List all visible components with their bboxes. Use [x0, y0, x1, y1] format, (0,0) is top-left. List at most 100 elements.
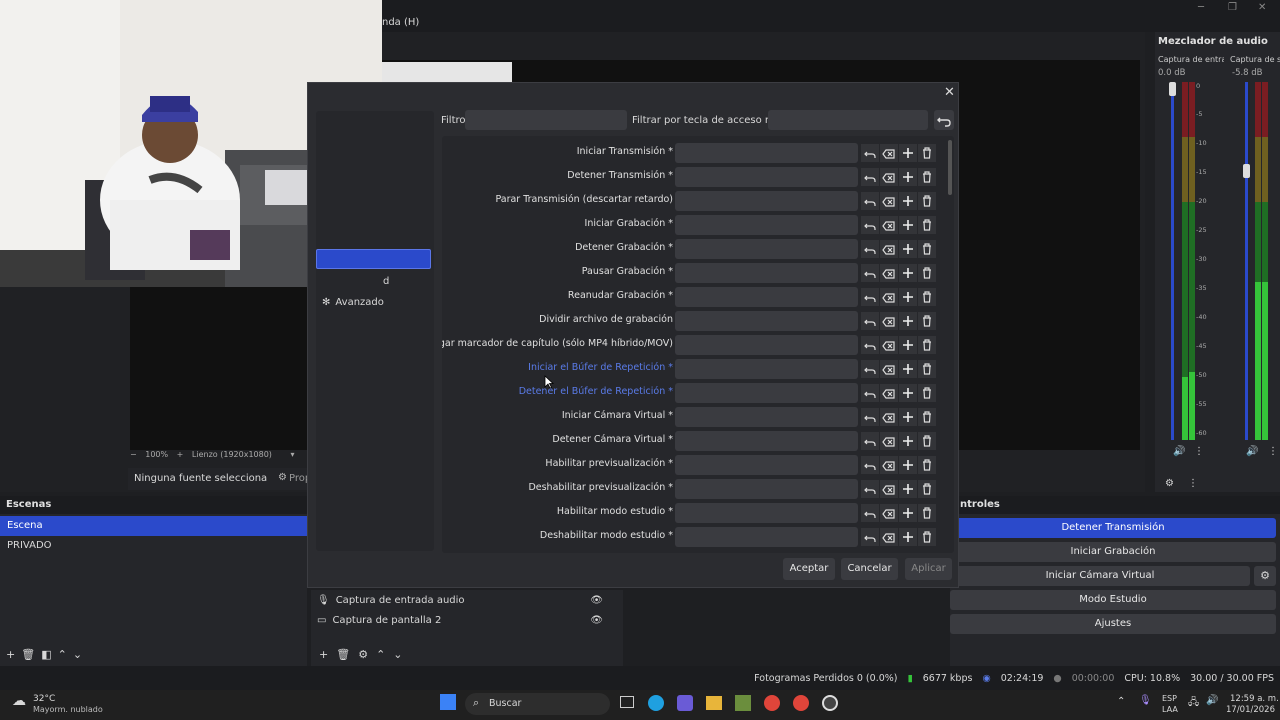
- add-icon[interactable]: [899, 312, 917, 330]
- add-icon[interactable]: [899, 408, 917, 426]
- hotkey-list-scrollbar[interactable]: [948, 140, 952, 195]
- studio-mode-button[interactable]: Modo Estudio: [950, 590, 1276, 610]
- chrome-icon[interactable]: [793, 695, 809, 711]
- revert-icon[interactable]: [861, 336, 879, 354]
- trash-icon[interactable]: 🗑: [336, 648, 350, 664]
- add-icon[interactable]: [899, 360, 917, 378]
- revert-icon[interactable]: [861, 384, 879, 402]
- scene-item[interactable]: PRIVADO: [0, 536, 307, 556]
- maximize-icon[interactable]: ❐: [1228, 2, 1237, 13]
- add-icon[interactable]: [899, 384, 917, 402]
- revert-icon[interactable]: [861, 168, 879, 186]
- hotkey-input[interactable]: [675, 311, 858, 331]
- add-icon[interactable]: [899, 288, 917, 306]
- hotkey-input[interactable]: [675, 431, 858, 451]
- clear-icon[interactable]: [880, 240, 898, 258]
- apply-button[interactable]: Aplicar: [905, 558, 952, 580]
- minecraft-icon[interactable]: [735, 695, 751, 711]
- hotkey-input[interactable]: [675, 455, 858, 475]
- speaker-icon[interactable]: 🔊: [1246, 446, 1258, 457]
- windows-start-icon[interactable]: [440, 694, 456, 710]
- trash-icon[interactable]: [918, 456, 936, 474]
- trash-icon[interactable]: [918, 168, 936, 186]
- revert-icon[interactable]: [861, 432, 879, 450]
- obs-icon[interactable]: [822, 695, 838, 711]
- add-icon[interactable]: [899, 432, 917, 450]
- chrome-icon[interactable]: [764, 695, 780, 711]
- trash-icon[interactable]: 🗑: [21, 648, 35, 664]
- task-view-icon[interactable]: [620, 696, 634, 708]
- hotkey-input[interactable]: [675, 143, 858, 163]
- clear-icon[interactable]: [880, 336, 898, 354]
- stop-stream-button[interactable]: Detener Transmisión: [950, 518, 1276, 538]
- clear-icon[interactable]: [880, 432, 898, 450]
- trash-icon[interactable]: [918, 336, 936, 354]
- move-down-icon[interactable]: ⌄: [73, 648, 82, 664]
- hotkey-input[interactable]: [675, 479, 858, 499]
- add-icon[interactable]: [899, 456, 917, 474]
- mixer-settings-icon[interactable]: ⚙: [1165, 478, 1174, 489]
- add-icon[interactable]: [899, 216, 917, 234]
- clear-icon[interactable]: [880, 528, 898, 546]
- revert-icon[interactable]: [861, 144, 879, 162]
- zoom-in-icon[interactable]: +: [177, 450, 184, 459]
- clear-icon[interactable]: [880, 192, 898, 210]
- add-icon[interactable]: [899, 168, 917, 186]
- settings-button[interactable]: Ajustes: [950, 614, 1276, 634]
- sidebar-item-advanced[interactable]: ✻ Avanzado: [322, 297, 384, 308]
- hotkey-input[interactable]: [675, 263, 858, 283]
- add-icon[interactable]: [899, 264, 917, 282]
- eye-icon[interactable]: 👁: [590, 615, 603, 626]
- revert-icon[interactable]: [861, 504, 879, 522]
- hotkey-input[interactable]: [675, 527, 858, 547]
- more-menu-icon[interactable]: ⋮: [1188, 478, 1198, 489]
- hotkey-input[interactable]: [675, 287, 858, 307]
- trash-icon[interactable]: [918, 240, 936, 258]
- copilot-icon[interactable]: [677, 695, 693, 711]
- hotkey-input[interactable]: [675, 335, 858, 355]
- hotkey-input[interactable]: [675, 503, 858, 523]
- trash-icon[interactable]: [918, 504, 936, 522]
- scene-item[interactable]: Escena: [0, 516, 307, 536]
- add-icon[interactable]: [899, 192, 917, 210]
- clear-icon[interactable]: [880, 168, 898, 186]
- start-recording-button[interactable]: Iniciar Grabación: [950, 542, 1276, 562]
- network-icon[interactable]: 🖧: [1188, 695, 1199, 712]
- trash-icon[interactable]: [918, 312, 936, 330]
- gear-icon[interactable]: ⚙: [1254, 566, 1276, 586]
- revert-icon[interactable]: [861, 528, 879, 546]
- clear-icon[interactable]: [880, 360, 898, 378]
- speaker-icon[interactable]: 🔊: [1173, 446, 1185, 457]
- revert-icon[interactable]: [861, 312, 879, 330]
- filter-key-input[interactable]: [768, 110, 928, 130]
- cancel-button[interactable]: Cancelar: [841, 558, 898, 580]
- volume-icon[interactable]: 🔊: [1206, 695, 1218, 706]
- trash-icon[interactable]: [918, 432, 936, 450]
- hotkey-input[interactable]: [675, 359, 858, 379]
- hotkey-input[interactable]: [675, 239, 858, 259]
- language-layout[interactable]: LAA: [1162, 705, 1178, 714]
- eye-icon[interactable]: 👁: [590, 595, 603, 606]
- source-row[interactable]: 🎙 Captura de entrada audio 👁: [311, 590, 623, 610]
- weather-icon[interactable]: ☁: [12, 693, 26, 709]
- trash-icon[interactable]: [918, 264, 936, 282]
- revert-icon[interactable]: [861, 360, 879, 378]
- clear-icon[interactable]: [880, 456, 898, 474]
- revert-icon[interactable]: [861, 288, 879, 306]
- trash-icon[interactable]: [918, 408, 936, 426]
- add-icon[interactable]: +: [319, 648, 328, 664]
- hotkey-input[interactable]: [675, 215, 858, 235]
- trash-icon[interactable]: [918, 192, 936, 210]
- revert-icon[interactable]: [861, 456, 879, 474]
- revert-icon[interactable]: [861, 192, 879, 210]
- folder-icon[interactable]: [706, 696, 722, 710]
- hotkey-input[interactable]: [675, 191, 858, 211]
- trash-icon[interactable]: [918, 216, 936, 234]
- chevron-down-icon[interactable]: ▾: [290, 450, 294, 459]
- add-icon[interactable]: [899, 144, 917, 162]
- menu-item-help[interactable]: nda (H): [382, 17, 419, 28]
- trash-icon[interactable]: [918, 360, 936, 378]
- hotkey-input[interactable]: [675, 167, 858, 187]
- move-up-icon[interactable]: ⌃: [58, 648, 67, 664]
- ok-button[interactable]: Aceptar: [783, 558, 835, 580]
